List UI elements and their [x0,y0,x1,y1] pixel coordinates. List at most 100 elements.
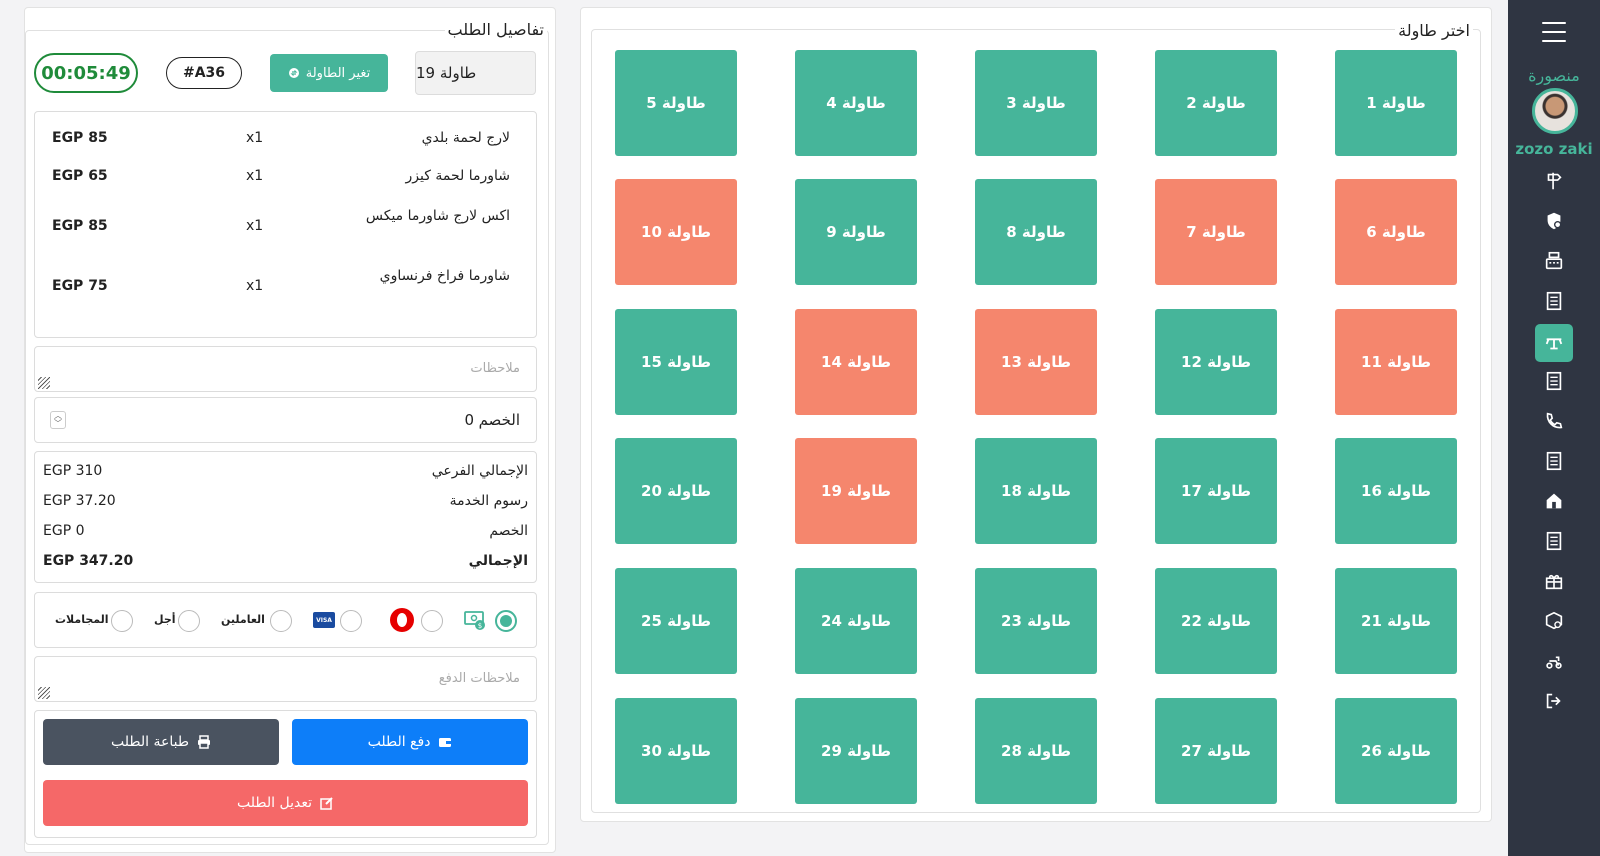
order-item-name: اكس لارج شاورما ميكس [365,208,510,224]
edit-order-button[interactable]: تعديل الطلب [43,780,528,826]
number-spinner-icon[interactable]: ︿ ﹀ [50,411,66,429]
table-tile[interactable]: طاولة 24 [795,568,917,674]
payment-notes-input[interactable]: ملاحظات الدفع [34,656,537,702]
dining-table-icon [1545,338,1563,350]
signpost-icon [1547,172,1562,190]
payment-vodafone-radio[interactable] [421,610,443,632]
sidebar-item-cash-register[interactable] [1508,243,1600,283]
wallet-icon [439,738,452,747]
resize-grip-icon[interactable] [38,377,50,389]
sidebar-item-receipt[interactable] [1508,443,1600,483]
table-tile[interactable]: طاولة 21 [1335,568,1457,674]
edit-order-label: تعديل الطلب [237,795,312,811]
table-tile[interactable]: طاولة 27 [1155,698,1277,804]
phone-icon [1546,412,1563,429]
change-table-button[interactable]: تغير الطاولة [270,54,388,92]
sidebar-item-shield-coin[interactable] [1508,203,1600,243]
payment-methods: $ VISA العاملين أجل المجاملات [34,592,537,648]
table-tile[interactable]: طاولة 22 [1155,568,1277,674]
table-tile[interactable]: طاولة 16 [1335,438,1457,544]
payment-cash-radio[interactable] [495,610,517,632]
payment-complimentary-radio[interactable] [111,610,133,632]
sidebar-item-phone[interactable] [1508,403,1600,443]
table-tile[interactable]: طاولة 28 [975,698,1097,804]
sidebar-item-package-search[interactable] [1508,603,1600,643]
cash-money-icon: $ [464,611,485,630]
change-table-label: تغير الطاولة [305,65,371,81]
order-details-legend: تفاصيل الطلب [444,20,547,39]
sidebar-item-inner [1543,210,1565,236]
subtotal-label: الإجمالي الفرعي [431,463,528,479]
sidebar-item-inner [1543,450,1565,476]
discount-input[interactable]: الخصم 0 ︿ ﹀ [34,397,537,443]
table-tile[interactable]: طاولة 5 [615,50,737,156]
sidebar-item-inner [1543,570,1565,596]
sidebar-item-inner [1543,650,1565,676]
table-tile[interactable]: طاولة 1 [1335,50,1457,156]
table-tile[interactable]: طاولة 19 [795,438,917,544]
grand-total-label: الإجمالي [468,553,528,569]
order-item-name: شاورما لحمة كيزر [405,168,510,184]
table-tile[interactable]: طاولة 15 [615,309,737,415]
receipt-icon [1546,291,1562,311]
order-item-row: اكس لارج شاورما ميكس x1 EGP 85 [44,204,526,252]
payment-staff-radio[interactable] [270,610,292,632]
table-tile[interactable]: طاولة 17 [1155,438,1277,544]
table-tile[interactable]: طاولة 14 [795,309,917,415]
sidebar-item-dining-table[interactable] [1508,323,1600,363]
receipt-icon [1546,451,1562,471]
table-tile[interactable]: طاولة 8 [975,179,1097,285]
table-tile[interactable]: طاولة 2 [1155,50,1277,156]
order-notes-input[interactable]: ملاحظات [34,346,537,392]
sidebar-item-receipt[interactable] [1508,363,1600,403]
sidebar: منصورة zozo zaki [1508,0,1600,856]
order-notes-placeholder: ملاحظات [470,361,520,376]
order-item-row: شاورما فراخ فرنساوي x1 EGP 75 [44,264,526,312]
sidebar-item-home[interactable] [1508,483,1600,523]
table-tile[interactable]: طاولة 26 [1335,698,1457,804]
table-tile[interactable]: طاولة 9 [795,179,917,285]
table-tile[interactable]: طاولة 7 [1155,179,1277,285]
order-item-price: EGP 65 [52,168,108,184]
table-tile[interactable]: طاولة 12 [1155,309,1277,415]
table-tile[interactable]: طاولة 20 [615,438,737,544]
payment-complimentary-label: المجاملات [55,613,109,626]
order-number-badge: #A36 [166,57,242,89]
table-tile[interactable]: طاولة 4 [795,50,917,156]
table-tile[interactable]: طاولة 25 [615,568,737,674]
table-tile[interactable]: طاولة 23 [975,568,1097,674]
subtotal-row: الإجمالي الفرعي EGP 310 [43,463,528,485]
package-search-icon [1545,611,1563,630]
selected-table-field[interactable]: طاولة 19 [415,51,536,95]
service-fee-label: رسوم الخدمة [449,493,528,509]
table-tile[interactable]: طاولة 6 [1335,179,1457,285]
payment-visa-radio[interactable] [340,610,362,632]
service-fee-row: رسوم الخدمة EGP 37.20 [43,493,528,515]
hamburger-menu-icon[interactable] [1542,22,1566,42]
payment-deferred-radio[interactable] [178,610,200,632]
sidebar-item-signpost[interactable] [1508,163,1600,203]
table-tile[interactable]: طاولة 13 [975,309,1097,415]
grand-total-value: EGP 347.20 [43,553,134,569]
table-tile[interactable]: طاولة 3 [975,50,1097,156]
sidebar-item-delivery-scooter[interactable] [1508,643,1600,683]
table-tile[interactable]: طاولة 29 [795,698,917,804]
resize-grip-icon[interactable] [38,687,50,699]
order-item-name: لارج لحمة بلدي [421,130,510,146]
sidebar-item-inner [1543,370,1565,396]
sidebar-item-receipt[interactable] [1508,283,1600,323]
service-fee-value: EGP 37.20 [43,493,116,509]
table-tile[interactable]: طاولة 18 [975,438,1097,544]
sidebar-item-inner [1543,690,1565,716]
table-tile[interactable]: طاولة 30 [615,698,737,804]
tables-panel: اختر طاولة طاولة 1 طاولة 2 طاولة 3 طاولة 4 ط… [580,7,1492,822]
table-tile[interactable]: طاولة 10 [615,179,737,285]
sidebar-item-receipt[interactable] [1508,523,1600,563]
print-order-button[interactable]: طباعة الطلب [43,719,279,765]
sidebar-item-logout[interactable] [1508,683,1600,723]
table-tile[interactable]: طاولة 11 [1335,309,1457,415]
avatar[interactable] [1532,88,1578,134]
discount-total-label: الخصم [489,523,528,539]
sidebar-item-gift[interactable] [1508,563,1600,603]
pay-order-button[interactable]: دفع الطلب [292,719,528,765]
